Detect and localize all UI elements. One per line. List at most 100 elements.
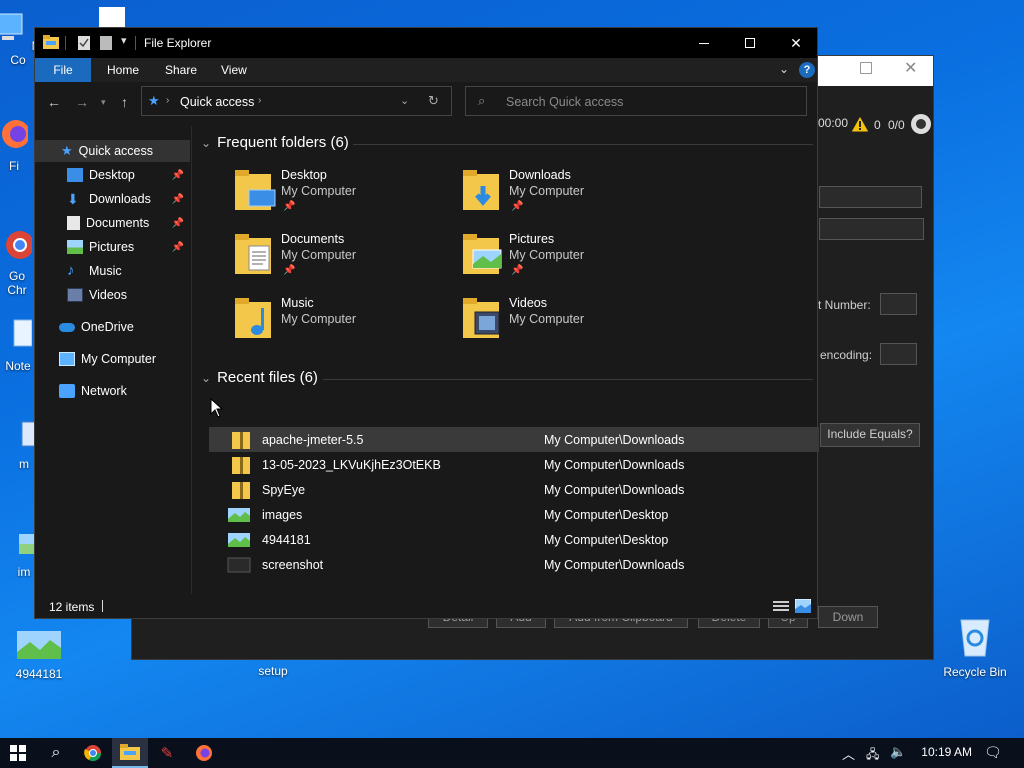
sidebar-item-videos[interactable]: Videos xyxy=(35,284,190,306)
bg-encoding-input[interactable] xyxy=(880,343,917,365)
notifications-icon[interactable]: 🗨 xyxy=(984,744,1002,761)
include-equals-button[interactable]: Include Equals? xyxy=(820,423,920,447)
tab-file[interactable]: File xyxy=(35,58,91,82)
cloud-icon xyxy=(59,322,75,332)
bg-number-input[interactable] xyxy=(880,293,917,315)
volume-icon[interactable]: 🔈 xyxy=(890,744,906,760)
bg-input-2[interactable] xyxy=(819,218,924,240)
details-view-icon[interactable] xyxy=(773,600,789,612)
start-button[interactable] xyxy=(0,738,36,768)
desktop-icon-setup[interactable]: setup xyxy=(238,664,308,678)
sidebar-item-label: Music xyxy=(89,264,122,278)
recent-files-header[interactable]: ⌄ Recent files (6) xyxy=(201,369,318,386)
firefox-icon xyxy=(196,745,212,761)
taskbar-firefox[interactable] xyxy=(186,738,222,768)
address-bar[interactable]: ★ › Quick access › ⌄ ↻ xyxy=(141,86,452,116)
bg-input-1[interactable] xyxy=(819,186,922,208)
pin-icon[interactable]: 📌 xyxy=(172,170,184,181)
close-button[interactable]: ✕ xyxy=(773,28,819,58)
recent-file-row[interactable]: 4944181 My Computer\Desktop xyxy=(209,527,819,552)
close-icon[interactable]: ✕ xyxy=(904,58,917,78)
network-icon[interactable]: 🖧 xyxy=(866,745,879,766)
file-location: My Computer\Downloads xyxy=(544,458,685,472)
sidebar-item-label: OneDrive xyxy=(81,320,134,334)
frequent-folders-header[interactable]: ⌄ Frequent folders (6) xyxy=(201,134,349,151)
sidebar-item-network[interactable]: Network xyxy=(35,380,190,402)
sidebar-item-documents[interactable]: Documents 📌 xyxy=(35,212,190,234)
sidebar-item-my-computer[interactable]: My Computer xyxy=(35,348,190,370)
back-arrow-icon[interactable]: ← xyxy=(47,94,61,110)
explorer-titlebar[interactable]: ▾ File Explorer ✕ xyxy=(35,28,817,58)
search-box[interactable]: ⌕ Search Quick access xyxy=(465,86,807,116)
pin-icon[interactable]: 📌 xyxy=(172,194,184,205)
settings-wheel-icon[interactable] xyxy=(910,113,932,135)
down-button[interactable]: Down xyxy=(818,606,878,628)
clock[interactable]: 10:19 AM xyxy=(921,745,972,759)
desktop-icon-notepad[interactable]: Note xyxy=(0,318,38,373)
up-arrow-icon[interactable]: ↑ xyxy=(121,94,128,110)
maximize-button[interactable] xyxy=(727,28,773,58)
pictures-icon xyxy=(67,240,83,254)
sidebar-item-onedrive[interactable]: OneDrive xyxy=(35,316,190,338)
taskbar-file-explorer[interactable] xyxy=(112,738,148,768)
file-explorer-window[interactable]: ▾ File Explorer ✕ File Home Share View ⌄… xyxy=(34,27,819,619)
pin-icon[interactable]: 📌 xyxy=(172,218,184,229)
sidebar-item-label: Network xyxy=(81,384,127,398)
search-icon: ⌕ xyxy=(51,744,61,761)
desktop-icon-firefox[interactable]: Fi xyxy=(0,118,34,173)
navigation-pane: ★ Quick access Desktop 📌 ⬇ Downloads 📌 D… xyxy=(35,126,192,594)
taskbar-chrome[interactable] xyxy=(75,738,111,768)
pin-icon[interactable]: 📌 xyxy=(172,242,184,253)
chevron-right-icon[interactable]: › xyxy=(258,95,261,106)
chevron-up-icon[interactable]: ︿ xyxy=(842,744,855,763)
minimize-button[interactable] xyxy=(681,28,727,58)
refresh-icon[interactable]: ↻ xyxy=(428,93,439,109)
recent-file-row[interactable]: SpyEye My Computer\Downloads xyxy=(209,477,819,502)
desktop-icon-recycle-bin[interactable]: Recycle Bin xyxy=(938,614,1012,679)
tab-share[interactable]: Share xyxy=(153,58,209,82)
maximize-icon[interactable] xyxy=(860,62,872,74)
recent-locations-icon[interactable]: ▾ xyxy=(101,97,106,108)
desktop-icon-label: setup xyxy=(258,664,288,678)
sidebar-item-desktop[interactable]: Desktop 📌 xyxy=(35,164,190,186)
tab-home[interactable]: Home xyxy=(95,58,151,82)
taskbar-editor[interactable]: ✎ xyxy=(149,738,185,768)
help-icon[interactable]: ? xyxy=(799,62,815,78)
folder-name: Videos xyxy=(509,296,547,310)
folder-tile-downloads[interactable]: Downloads My Computer 📌 xyxy=(461,168,681,224)
desktop-icon-label: Go Chr xyxy=(7,269,27,297)
downloads-folder-icon xyxy=(463,170,499,210)
pin-icon: 📌 xyxy=(511,201,524,212)
network-icon xyxy=(59,384,75,398)
folder-tile-music[interactable]: Music My Computer xyxy=(233,296,453,352)
folder-tile-documents[interactable]: Documents My Computer 📌 xyxy=(233,232,453,288)
large-icons-view-icon[interactable] xyxy=(795,599,811,613)
recent-file-row[interactable]: screenshot My Computer\Downloads xyxy=(209,552,819,577)
expand-ribbon-icon[interactable]: ⌄ xyxy=(779,62,789,76)
sidebar-item-downloads[interactable]: ⬇ Downloads 📌 xyxy=(35,188,190,210)
desktop-icon-label: Note xyxy=(5,359,31,373)
folder-tile-pictures[interactable]: Pictures My Computer 📌 xyxy=(461,232,681,288)
new-folder-icon[interactable] xyxy=(99,35,113,51)
folder-tile-videos[interactable]: Videos My Computer xyxy=(461,296,681,352)
properties-icon[interactable] xyxy=(77,35,91,51)
recent-file-row[interactable]: 13-05-2023_LKVuKjhEz3OtEKB My Computer\D… xyxy=(209,452,819,477)
bg-count1: 0 xyxy=(874,118,881,132)
address-current[interactable]: Quick access xyxy=(180,95,254,109)
sidebar-item-music[interactable]: ♪ Music xyxy=(35,260,190,282)
desktop-icon-4944181[interactable]: 4944181 xyxy=(4,630,74,681)
forward-arrow-icon[interactable]: → xyxy=(75,94,89,110)
sidebar-item-pictures[interactable]: Pictures 📌 xyxy=(35,236,190,258)
sidebar-item-quick-access[interactable]: ★ Quick access xyxy=(35,140,190,162)
folder-tile-desktop[interactable]: Desktop My Computer 📌 xyxy=(233,168,453,224)
recent-file-row[interactable]: images My Computer\Desktop xyxy=(209,502,819,527)
chevron-down-icon[interactable]: ⌄ xyxy=(400,94,409,107)
bg-label-number: t Number: xyxy=(818,298,871,312)
search-input[interactable]: Search Quick access xyxy=(506,95,623,109)
recent-file-row[interactable]: apache-jmeter-5.5 My Computer\Downloads xyxy=(209,427,819,452)
computer-icon xyxy=(0,13,23,40)
folder-name: Pictures xyxy=(509,232,555,246)
customize-quick-access-icon[interactable]: ▾ xyxy=(121,34,127,47)
tab-view[interactable]: View xyxy=(209,58,259,82)
search-button[interactable]: ⌕ xyxy=(38,738,74,768)
